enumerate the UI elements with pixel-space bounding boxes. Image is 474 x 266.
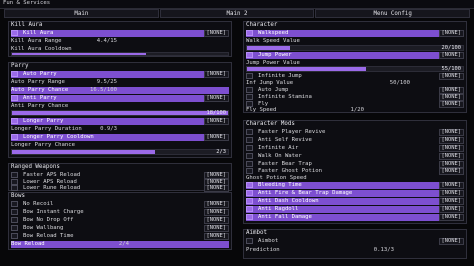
bow-reload-slider[interactable]: Bow Reload 2/4 (11, 241, 229, 248)
anti-fall-damage-toggle[interactable]: Anti Fall Damage [NONE] (246, 214, 464, 221)
checkbox-icon[interactable] (11, 201, 18, 207)
auto-jump-toggle[interactable]: Auto Jump [NONE] (246, 87, 464, 94)
checkbox-icon[interactable] (246, 87, 253, 93)
auto-parry-chance-slider[interactable]: Auto Parry Chance 16.5/100 (11, 87, 229, 94)
walk-speed-value-slider[interactable]: Walk Speed Value (246, 38, 464, 45)
anti-parry-chance-slider[interactable]: Anti Parry Chance (11, 103, 229, 110)
checkbox-icon[interactable] (246, 52, 253, 58)
window-title: Fun & Services (3, 0, 51, 6)
longer-parry-toggle[interactable]: Longer Parry [NONE] (11, 118, 229, 125)
faster-player-revive-toggle[interactable]: Faster Player Revive [NONE] (246, 129, 464, 136)
bows-panel: Bows No Recoil [NONE] Bow Instant Charge… (8, 192, 232, 250)
checkbox-icon[interactable] (246, 94, 253, 100)
parry-panel: Parry Auto Parry [NONE] Auto Parry Range… (8, 62, 232, 158)
faster-ghost-potion-toggle[interactable]: Faster Ghost Potion [NONE] (246, 168, 464, 175)
anti-dash-cooldown-toggle[interactable]: Anti Dash Cooldown [NONE] (246, 198, 464, 205)
title-bar: Fun & Services (0, 0, 474, 9)
checkbox-icon[interactable] (246, 182, 253, 188)
checkbox-icon[interactable] (246, 30, 253, 36)
anti-parry-chance-bar[interactable]: 18/100 (11, 110, 229, 116)
checkbox-icon[interactable] (11, 134, 18, 140)
checkbox-icon[interactable] (11, 71, 18, 77)
parry-header: Parry (11, 63, 29, 69)
inf-jump-value-slider[interactable]: Inf Jump Value 50/100 (246, 80, 464, 87)
tab-main[interactable]: Main (4, 9, 159, 18)
jump-power-bar[interactable]: 55/100 (246, 66, 464, 72)
faster-aps-reload-toggle[interactable]: Faster APS Reload [NONE] (11, 172, 229, 179)
checkbox-icon[interactable] (246, 214, 253, 220)
checkbox-icon[interactable] (11, 118, 18, 124)
checkbox-icon[interactable] (246, 198, 253, 204)
aimbot-header: Aimbot (246, 230, 267, 236)
kill-aura-toggle[interactable]: Kill Aura [NONE] (11, 30, 229, 37)
checkbox-icon[interactable] (11, 95, 18, 101)
checkbox-icon[interactable] (11, 30, 18, 36)
infinite-jump-toggle[interactable]: Infinite Jump [NONE] (246, 73, 464, 80)
bow-wallbang-toggle[interactable]: Bow Wallbang [NONE] (11, 225, 229, 232)
anti-parry-toggle[interactable]: Anti Parry [NONE] (11, 95, 229, 102)
fly-speed-slider[interactable]: Fly Speed 1/20 (246, 107, 464, 113)
checkbox-icon[interactable] (11, 225, 18, 231)
kill-aura-panel: Kill Aura Kill Aura [NONE] Kill Aura Ran… (8, 21, 232, 57)
kill-aura-bar[interactable] (11, 52, 229, 56)
aimbot-toggle[interactable]: Aimbot [NONE] (246, 238, 464, 245)
checkbox-icon[interactable] (11, 172, 18, 178)
longer-parry-cooldown-toggle[interactable]: Longer Parry Cooldown [NONE] (11, 134, 229, 141)
walk-on-water-toggle[interactable]: Walk On Water [NONE] (246, 153, 464, 160)
kill-aura-header: Kill Aura (11, 22, 43, 28)
auto-parry-range-slider[interactable]: Auto Parry Range 9.5/25 (11, 79, 229, 86)
lower-rune-reload-toggle[interactable]: Lower Rune Reload [NONE] (11, 185, 229, 192)
walkspeed-toggle[interactable]: Walkspeed [NONE] (246, 30, 464, 37)
checkbox-icon[interactable] (246, 137, 253, 143)
checkbox-icon[interactable] (246, 73, 253, 79)
aimbot-panel: Aimbot Aimbot [NONE] Prediction 0.13/3 (243, 229, 467, 259)
ranged-weapons-header: Ranged Weapons (11, 164, 60, 170)
checkbox-icon[interactable] (246, 145, 253, 151)
bows-header: Bows (11, 193, 25, 199)
walk-speed-bar[interactable]: 20/100 (246, 45, 464, 51)
character-mods-header: Character Mods (246, 121, 295, 127)
longer-parry-duration-slider[interactable]: Longer Parry Duration 0.9/3 (11, 126, 229, 133)
checkbox-icon[interactable] (246, 153, 253, 159)
longer-parry-chance-slider[interactable]: Longer Parry Chance (11, 142, 229, 149)
infinite-stamina-toggle[interactable]: Infinite Stamina [NONE] (246, 94, 464, 101)
character-header: Character (246, 22, 278, 28)
longer-parry-chance-bar[interactable]: 2/3 (11, 149, 229, 155)
ghost-potion-speed-slider[interactable]: Ghost Potion Speed (246, 175, 464, 182)
tab-menu-config[interactable]: Menu Config (315, 9, 471, 18)
checkbox-icon[interactable] (11, 185, 18, 191)
bow-instant-charge-toggle[interactable]: Bow Instant Charge [NONE] (11, 209, 229, 216)
checkbox-icon[interactable] (11, 209, 18, 215)
no-recoil-toggle[interactable]: No Recoil [NONE] (11, 201, 229, 208)
checkbox-icon[interactable] (246, 168, 253, 174)
checkbox-icon[interactable] (246, 190, 253, 196)
jump-power-toggle[interactable]: Jump Power [NONE] (246, 52, 464, 59)
character-mods-panel: Character Mods Faster Player Revive [NON… (243, 120, 467, 224)
anti-ragdoll-toggle[interactable]: Anti Ragdoll [NONE] (246, 206, 464, 213)
checkbox-icon[interactable] (246, 238, 253, 244)
checkbox-icon[interactable] (246, 161, 253, 167)
tab-bar: Main Main 2 Menu Config (4, 9, 471, 19)
ranged-weapons-panel: Ranged Weapons Faster APS Reload [NONE] … (8, 163, 232, 192)
anti-fire-bear-trap-damage-toggle[interactable]: Anti Fire & Bear Trap Damage [NONE] (246, 190, 464, 197)
character-panel: Character Walkspeed [NONE] Walk Speed Va… (243, 21, 467, 113)
bow-reload-time-toggle[interactable]: Bow Reload Time [NONE] (11, 233, 229, 240)
checkbox-icon[interactable] (11, 217, 18, 223)
infinite-air-toggle[interactable]: Infinite Air [NONE] (246, 145, 464, 152)
prediction-slider[interactable]: Prediction 0.13/3 (246, 247, 464, 254)
kill-aura-range-slider[interactable]: Kill Aura Range 4.4/15 (11, 38, 229, 45)
faster-bear-trap-toggle[interactable]: Faster Bear Trap [NONE] (246, 161, 464, 168)
anti-self-revive-toggle[interactable]: Anti Self Revive [NONE] (246, 137, 464, 144)
tab-main-2[interactable]: Main 2 (159, 9, 315, 18)
auto-parry-toggle[interactable]: Auto Parry [NONE] (11, 71, 229, 78)
bleeding-time-toggle[interactable]: Bleeding Time [NONE] (246, 182, 464, 189)
checkbox-icon[interactable] (246, 129, 253, 135)
bow-no-drop-off-toggle[interactable]: Bow No Drop Off [NONE] (11, 217, 229, 224)
checkbox-icon[interactable] (11, 233, 18, 239)
checkbox-icon[interactable] (246, 206, 253, 212)
